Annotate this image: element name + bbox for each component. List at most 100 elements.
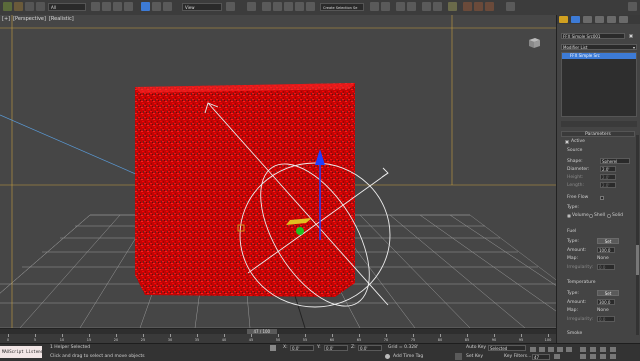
pan-view-icon[interactable] xyxy=(590,354,596,359)
temp-amount-field[interactable]: 300.0 xyxy=(597,299,615,305)
viewport-label[interactable]: [+] [Perspective] [Realistic] xyxy=(2,16,77,22)
chevron-down-icon: ▾ xyxy=(632,45,635,50)
select-rotate-icon[interactable] xyxy=(152,2,161,11)
z-coordinate-field[interactable]: 0.0' xyxy=(358,345,382,351)
named-selection-dropdown[interactable]: Create Selection Se xyxy=(320,3,364,11)
object-color-swatch[interactable] xyxy=(629,34,633,38)
volume-radio[interactable] xyxy=(567,214,571,218)
viewport-pov-label[interactable]: [Perspective] xyxy=(13,16,46,22)
scene-explorer-icon[interactable] xyxy=(407,2,416,11)
maximize-viewport-icon[interactable] xyxy=(610,354,616,359)
rect-selection-icon[interactable] xyxy=(113,2,122,11)
current-frame-field[interactable]: 47 xyxy=(532,354,550,360)
unlink-icon[interactable] xyxy=(36,2,45,11)
display-tab-icon[interactable] xyxy=(607,16,616,23)
viewport-layout-icon[interactable] xyxy=(506,2,515,11)
temp-map-button[interactable]: None xyxy=(597,308,609,313)
angle-snap-icon[interactable] xyxy=(273,2,282,11)
select-scale-icon[interactable] xyxy=(163,2,172,11)
go-to-start-icon[interactable] xyxy=(530,347,536,352)
redo-icon[interactable] xyxy=(14,2,23,11)
next-frame-icon[interactable] xyxy=(557,347,563,352)
time-config-icon[interactable] xyxy=(554,354,560,359)
zoom-all-icon[interactable] xyxy=(590,347,596,352)
zoom-extents-icon[interactable] xyxy=(600,347,606,352)
window-crossing-icon[interactable] xyxy=(124,2,133,11)
create-tab-icon[interactable] xyxy=(559,16,568,23)
utilities-tab-icon[interactable] xyxy=(619,16,628,23)
motion-tab-icon[interactable] xyxy=(595,16,604,23)
modifier-list-dropdown[interactable]: Modifier List ▾ xyxy=(561,44,637,50)
set-key-button[interactable]: Set Key xyxy=(466,354,483,359)
viewcube-icon[interactable] xyxy=(526,35,542,49)
edit-named-selection-icon[interactable] xyxy=(306,2,315,11)
zoom-icon[interactable] xyxy=(580,347,586,352)
timeline-tick-label: 85 xyxy=(464,338,470,342)
select-move-icon[interactable] xyxy=(141,2,150,11)
orbit-icon[interactable] xyxy=(600,354,606,359)
maxscript-listener[interactable]: MAXScript Listener xyxy=(0,346,42,358)
reference-coord-dropdown[interactable]: View xyxy=(182,3,222,11)
toolbar-overflow-icon[interactable] xyxy=(628,2,637,11)
manipulate-icon[interactable] xyxy=(247,2,256,11)
scrollbar-thumb[interactable] xyxy=(636,245,639,275)
rendered-frame-icon[interactable] xyxy=(474,2,483,11)
material-editor-icon[interactable] xyxy=(448,2,457,11)
object-name-field[interactable]: FFX Simple Src001 xyxy=(561,33,625,39)
perspective-viewport[interactable]: [+] [Perspective] [Realistic] xyxy=(0,15,556,328)
percent-snap-icon[interactable] xyxy=(284,2,293,11)
temp-type-label: Type: xyxy=(567,291,579,296)
time-tag-icon[interactable] xyxy=(385,354,390,359)
select-by-name-icon[interactable] xyxy=(102,2,111,11)
diameter-field[interactable]: 2.0' xyxy=(600,166,616,172)
solid-radio[interactable] xyxy=(607,214,611,218)
fuel-set-button[interactable]: Set xyxy=(597,238,619,244)
zoom-extents-all-icon[interactable] xyxy=(610,347,616,352)
key-mode-dropdown[interactable]: Selected xyxy=(488,345,526,351)
y-coordinate-field[interactable]: 0.0' xyxy=(324,345,348,351)
pivot-center-icon[interactable] xyxy=(226,2,235,11)
viewport-shading-label[interactable]: [Realistic] xyxy=(49,16,74,22)
shape-dropdown[interactable]: Spherel xyxy=(600,158,630,164)
align-icon[interactable] xyxy=(381,2,390,11)
key-icon[interactable] xyxy=(455,353,462,360)
active-checkbox[interactable] xyxy=(565,140,569,144)
undo-icon[interactable] xyxy=(3,2,12,11)
command-panel-scrollbar[interactable] xyxy=(636,135,639,335)
fuel-amount-field[interactable]: 100.0 xyxy=(597,247,615,253)
command-panel: FFX Simple Src001 Modifier List ▾ FFX Si… xyxy=(556,15,640,343)
spinner-snap-icon[interactable] xyxy=(295,2,304,11)
key-filters-button[interactable]: Key Filters... xyxy=(504,354,531,359)
schematic-view-icon[interactable] xyxy=(433,2,442,11)
add-time-tag-label[interactable]: Add Time Tag xyxy=(393,354,423,359)
parameters-rollout-title[interactable]: Parameters xyxy=(561,131,635,137)
auto-key-button[interactable]: Auto Key xyxy=(466,345,486,350)
select-object-icon[interactable] xyxy=(91,2,100,11)
fuel-map-button[interactable]: None xyxy=(597,256,609,261)
shell-radio[interactable] xyxy=(589,214,593,218)
timeline-tick xyxy=(224,334,225,337)
selection-filter-dropdown[interactable]: All xyxy=(48,3,86,11)
render-setup-icon[interactable] xyxy=(463,2,472,11)
freeflow-checkbox[interactable] xyxy=(600,196,604,200)
temp-set-button[interactable]: Set xyxy=(597,290,619,296)
hierarchy-tab-icon[interactable] xyxy=(583,16,592,23)
render-production-icon[interactable] xyxy=(485,2,494,11)
timeline[interactable]: 47 / 100 0 5 10 15 20 25 30 35 40 45 50 55 60 65 70 75 8… xyxy=(0,328,556,344)
modifier-stack-item[interactable]: FFX Simple Src xyxy=(562,53,636,59)
curve-editor-icon[interactable] xyxy=(422,2,431,11)
x-coordinate-field[interactable]: 0.0' xyxy=(290,345,314,351)
go-to-end-icon[interactable] xyxy=(566,347,572,352)
link-icon[interactable] xyxy=(25,2,34,11)
field-of-view-icon[interactable] xyxy=(580,354,586,359)
layer-explorer-icon[interactable] xyxy=(396,2,405,11)
modifier-stack[interactable]: FFX Simple Src xyxy=(561,52,637,117)
timeline-tick xyxy=(521,334,522,337)
mirror-icon[interactable] xyxy=(370,2,379,11)
modify-tab-icon[interactable] xyxy=(571,16,580,23)
play-icon[interactable] xyxy=(548,347,554,352)
lock-selection-icon[interactable] xyxy=(270,345,276,351)
snap-toggle-icon[interactable] xyxy=(262,2,271,11)
viewport-menu-plus[interactable]: [+] xyxy=(2,16,10,22)
previous-frame-icon[interactable] xyxy=(539,347,545,352)
